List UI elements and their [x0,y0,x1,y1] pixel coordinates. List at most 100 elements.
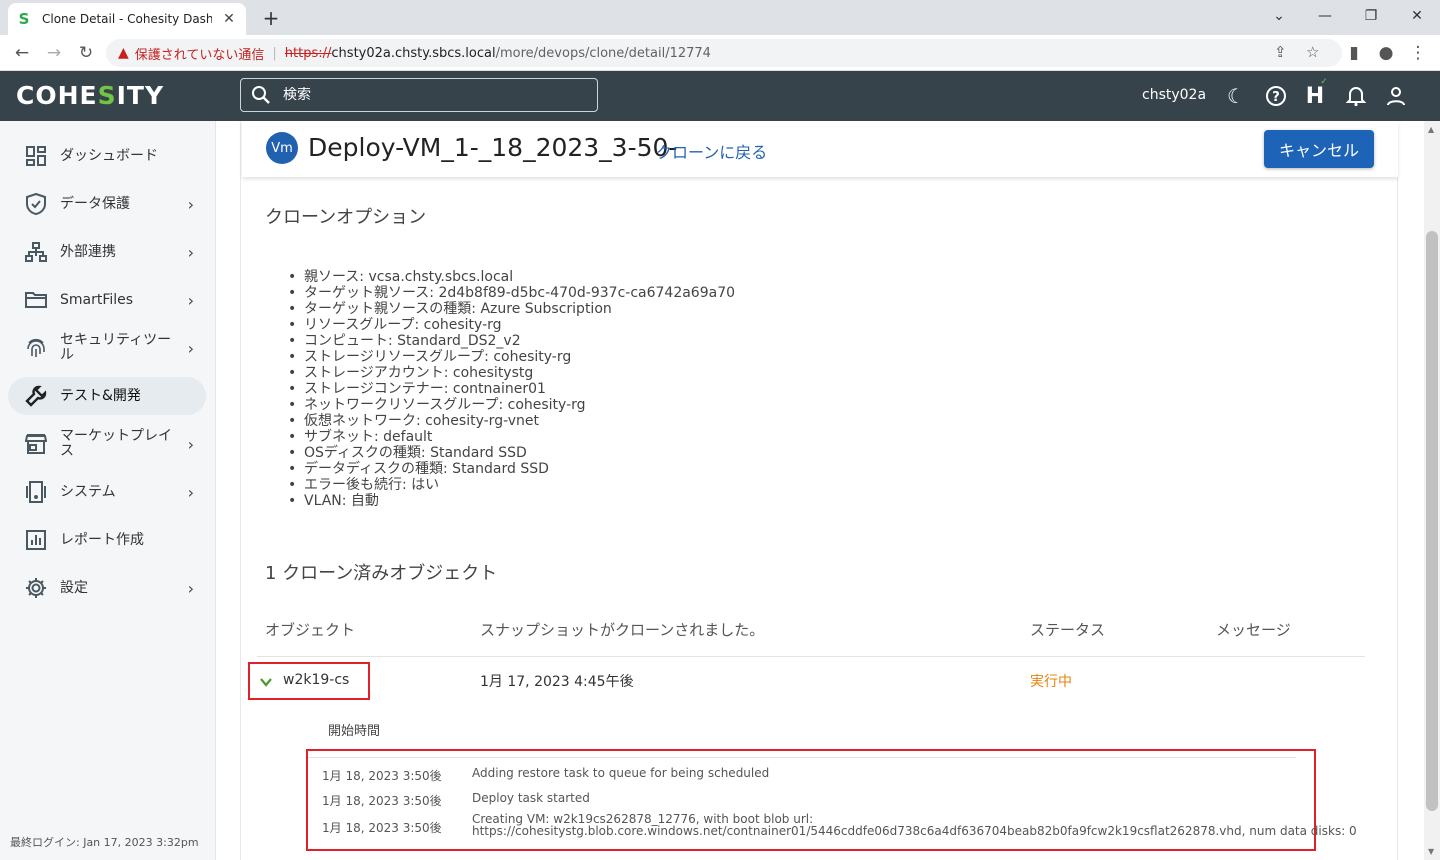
help-icon[interactable]: ? [1264,84,1288,108]
back-arrow-icon[interactable]: ← [8,39,36,67]
warning-triangle-icon: ▲ [118,45,129,61]
chevron-right-icon: › [187,338,194,358]
scroll-down-arrow-icon[interactable]: ▼ [1428,847,1434,856]
column-header-status[interactable]: ステータス [1030,619,1105,640]
address-bar[interactable]: ▲ 保護されていない通信 | https:// chsty02a.chsty.s… [106,39,1342,67]
cohesity-favicon-icon: S [18,10,30,28]
sidebar-item-security-tools[interactable]: セキュリティツール › [8,329,206,367]
search-input[interactable] [283,87,583,103]
search-icon [251,85,271,105]
sidebar-item-label: セキュリティツール [60,332,172,363]
list-item: ターゲット親ソース: 2d4b8f89-d5bc-470d-937c-ca674… [288,285,735,301]
minimize-icon[interactable]: — [1302,0,1348,32]
store-icon [24,432,48,456]
username-label[interactable]: chsty02a [1142,87,1206,103]
user-profile-icon[interactable] [1384,84,1408,108]
chevron-right-icon: › [187,482,194,502]
chevron-right-icon: › [187,242,194,262]
side-panel-icon[interactable]: ▮ [1340,39,1368,67]
report-icon [24,528,48,552]
share-icon[interactable]: ⇪ [1274,43,1287,61]
svg-text:?: ? [1272,90,1280,105]
sidebar-item-data-protection[interactable]: データ保護 › [8,185,206,223]
hierarchy-icon [24,240,48,264]
main-content: Vm Deploy-VM_1-_18_2023_3-50- クローンに戻る キャ… [216,121,1424,860]
back-to-clones-link[interactable]: クローンに戻る [656,139,767,163]
log-time: 1月 18, 2023 3:50後 [322,769,442,783]
table-row-object[interactable]: w2k19-cs [248,662,370,700]
column-header-message[interactable]: メッセージ [1216,619,1291,640]
list-item: エラー後も続行: はい [288,477,735,493]
chevron-right-icon: › [187,290,194,310]
sidebar-item-marketplace[interactable]: マーケットプレイス › [8,425,206,463]
page-title: Deploy-VM_1-_18_2023_3-50- [308,133,678,162]
global-search[interactable] [240,78,598,112]
browser-menu-icon[interactable]: ⋮ [1404,39,1432,67]
clone-options-title: クローンオプション [265,207,427,228]
sidebar-item-settings[interactable]: 設定 › [8,569,206,607]
column-header-object[interactable]: オブジェクト [265,619,355,640]
log-message: Adding restore task to queue for being s… [472,766,770,780]
log-row: 1月 18, 2023 3:50後 Deploy task started [322,792,1312,808]
list-item: 仮想ネットワーク: cohesity-rg-vnet [288,413,735,429]
new-tab-icon[interactable]: + [258,5,284,31]
bookmark-star-icon[interactable]: ☆ [1306,43,1319,61]
list-item: ターゲット親ソースの種類: Azure Subscription [288,301,735,317]
cancel-button[interactable]: キャンセル [1264,130,1374,168]
column-header-snapshot[interactable]: スナップショットがクローンされました。 [480,619,764,640]
start-time-label: 開始時間 [328,724,381,739]
chevron-down-icon[interactable] [260,673,272,687]
gear-icon [24,576,48,600]
scrollbar-thumb[interactable] [1426,231,1438,811]
notification-bell-icon[interactable] [1344,84,1368,108]
sidebar-item-external-integration[interactable]: 外部連携 › [8,233,206,271]
health-ok-check-icon: ✓ [1320,77,1328,87]
sidebar-item-label: ダッシュボード [60,147,158,164]
sidebar-item-label: 外部連携 [60,243,116,260]
profile-avatar-icon[interactable]: ● [1372,39,1400,67]
sidebar: ダッシュボード データ保護 › 外部連携 › SmartFiles › セキュリ… [0,121,216,860]
logo-part-c: ITY [116,81,165,110]
restore-icon[interactable]: ❐ [1348,0,1394,32]
dark-mode-moon-icon[interactable]: ☾ [1224,84,1248,108]
browser-toolbar: ← → ↻ ▲ 保護されていない通信 | https:// chsty02a.c… [0,35,1440,71]
list-item: リソースグループ: cohesity-rg [288,317,735,333]
sidebar-item-label: データ保護 [60,195,130,212]
cohesity-logo[interactable]: COHESITY [16,81,164,110]
browser-tab[interactable]: S Clone Detail - Cohesity Dashboard ✕ [8,3,246,35]
log-time: 1月 18, 2023 3:50後 [322,794,442,808]
object-name: w2k19-cs [283,672,350,688]
sidebar-item-test-dev[interactable]: テスト&開発 [8,377,206,415]
log-time: 1月 18, 2023 3:50後 [322,821,442,835]
scroll-up-arrow-icon[interactable]: ▲ [1428,125,1434,134]
forward-arrow-icon[interactable]: → [40,39,68,67]
dashboard-icon [24,144,48,168]
main-scrollbar[interactable]: ▲ ▼ [1424,121,1440,860]
list-item: VLAN: 自動 [288,493,735,509]
sidebar-item-label: SmartFiles [60,291,134,308]
list-item: コンピュート: Standard_DS2_v2 [288,333,735,349]
fingerprint-icon [24,336,48,360]
page-header: Vm Deploy-VM_1-_18_2023_3-50- クローンに戻る キャ… [242,121,1398,177]
close-tab-icon[interactable]: ✕ [220,10,238,28]
list-item: ストレージリソースグループ: cohesity-rg [288,349,735,365]
close-window-icon[interactable]: ✕ [1394,0,1440,32]
sidebar-item-reports[interactable]: レポート作成 [8,521,206,559]
shield-icon [24,192,48,216]
sidebar-item-smartfiles[interactable]: SmartFiles › [8,281,206,319]
insecure-label: 保護されていない通信 [134,47,265,63]
sidebar-item-system[interactable]: システム › [8,473,206,511]
sidebar-item-dashboard[interactable]: ダッシュボード [8,137,206,175]
browser-tab-strip: S Clone Detail - Cohesity Dashboard ✕ + … [0,0,1440,35]
chevron-right-icon: › [187,194,194,214]
url-path: /more/devops/clone/detail/12774 [495,45,711,61]
tab-search-chevron-icon[interactable]: ⌄ [1256,0,1302,32]
table-divider [257,656,1365,657]
omnibox-divider: | [272,45,277,61]
list-item: 親ソース: vcsa.chsty.sbcs.local [288,269,735,285]
log-message-url: https://cohesitystg.blob.core.windows.ne… [472,824,1357,838]
logo-part-a: COHE [16,81,98,110]
wrench-icon [24,384,48,408]
reload-icon[interactable]: ↻ [72,39,100,67]
sidebar-item-label: マーケットプレイス [60,428,172,459]
